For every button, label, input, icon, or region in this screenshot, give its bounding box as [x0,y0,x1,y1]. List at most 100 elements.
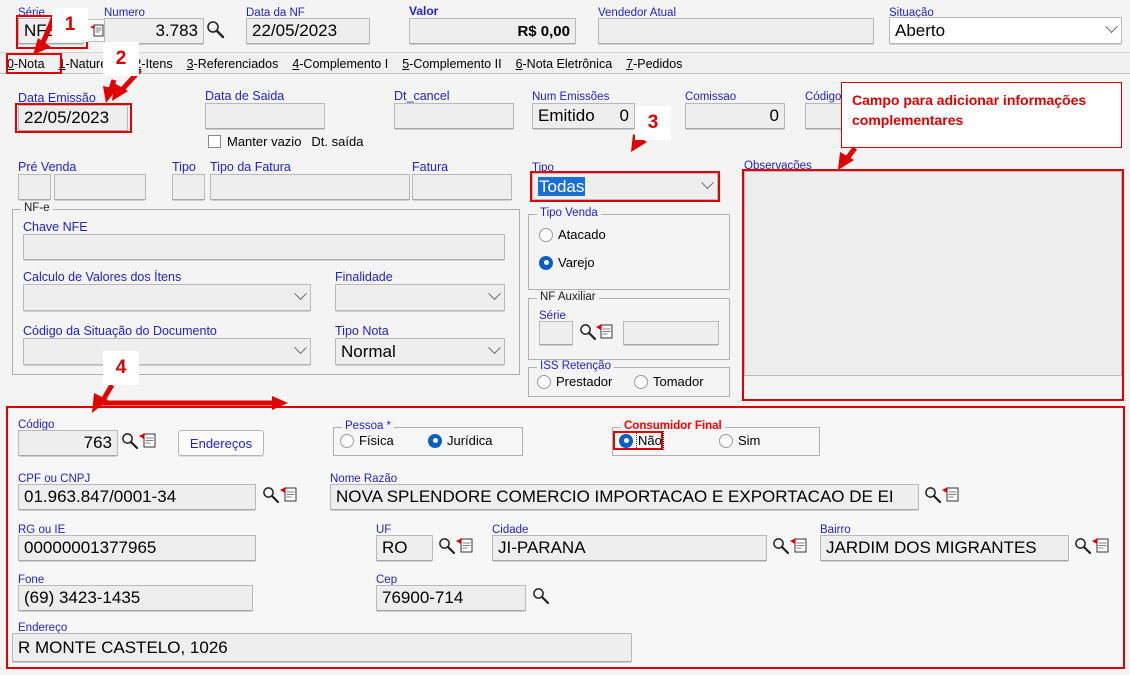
bairro-input[interactable]: JARDIM DOS MIGRANTES [820,535,1069,561]
chevron-down-icon [292,286,308,304]
nome-razao-doc-icon[interactable] [941,484,961,506]
cpf-cnpj-doc-icon[interactable] [279,484,299,506]
radio-dot [539,255,553,270]
radio-prestador[interactable]: Prestador [537,374,612,389]
endereco-input[interactable]: R MONTE CASTELO, 1026 [12,633,632,662]
pre-venda-input-1[interactable] [18,174,51,200]
num-emissoes-label: Num Emissões [532,91,610,103]
cidade-search-icon[interactable] [772,537,790,558]
uf-input[interactable]: RO [376,535,433,561]
cidade-doc-icon[interactable] [789,535,809,557]
data-emissao-label: Data Emissão [18,91,96,105]
observacoes-textarea[interactable] [744,171,1122,376]
cpf-cnpj-input[interactable]: 01.963.847/0001-34 [18,484,256,510]
tab-6-nota-eletronica[interactable]: 6-Nota Eletrônica [509,53,620,73]
finalidade-label: Finalidade [335,270,393,284]
radio-dot [539,227,553,242]
tab-5-complemento-ii[interactable]: 5-Complemento II [395,53,508,73]
pessoa-group: Pessoa * Física Jurídica [333,420,523,456]
bairro-doc-icon[interactable] [1091,535,1111,557]
radio-dot [340,433,354,448]
fatura-label: Fatura [412,160,449,174]
radio-fisica[interactable]: Física [340,433,394,448]
cidade-input[interactable]: JI-PARANA [492,535,767,561]
uf-search-icon[interactable] [438,537,456,558]
comissao-input[interactable]: 0 [685,103,785,129]
tipo-venda-group: Tipo Venda Atacado Varejo [528,207,730,290]
cod-situacao-label: Código da Situação do Documento [23,324,217,338]
annotation-marker-1: 1 [52,8,88,42]
numero-input[interactable]: 3.783 [104,18,204,44]
finalidade-select[interactable] [335,284,505,311]
chevron-down-icon [292,340,308,358]
radio-nao[interactable]: Não [619,431,664,450]
dt-cancel-label: Dt_cancel [394,89,450,103]
tab-7-pedidos[interactable]: 7-Pedidos [619,53,689,73]
radio-dot [428,433,442,448]
situacao-select[interactable]: Aberto [889,17,1122,44]
tipo-fatura-label: Tipo da Fatura [210,160,291,174]
codigo-top-label: Código [805,91,842,103]
cod-situacao-select[interactable] [23,338,311,365]
radio-dot [537,374,551,389]
data-emissao-input[interactable]: 22/05/2023 [18,105,128,131]
cliente-panel: Código 763 Endereços Pessoa * Física Jur… [6,406,1125,669]
annotation-marker-2: 2 [103,42,139,76]
radio-dot [634,374,648,389]
nome-razao-search-icon[interactable] [924,486,942,507]
uf-doc-icon[interactable] [455,535,475,557]
pre-venda-input-2[interactable] [54,174,146,200]
numero-search-icon[interactable] [206,20,225,42]
nf-aux-doc-icon[interactable] [595,321,615,343]
annotation-callout: Campo para adicionar informações complem… [841,82,1122,148]
tab-3-referenciados[interactable]: 3-Referenciados [180,53,286,73]
tipo-fatura-input[interactable] [210,174,410,200]
pre-venda-label: Pré Venda [18,160,77,174]
header-bar: Série NFE Numero 3.783 Data da NF 22/05/… [0,0,1130,52]
chevron-down-icon [699,175,715,193]
calculo-valores-select[interactable] [23,284,311,311]
tipo-small-input[interactable] [172,174,205,200]
tipo-small-label: Tipo [172,160,196,174]
vendedor-input[interactable] [598,18,874,44]
radio-atacado[interactable]: Atacado [539,227,606,242]
rg-ie-input[interactable]: 00000001377965 [18,535,256,561]
num-emissoes-input[interactable]: Emitido 0 [532,103,635,129]
radio-juridica[interactable]: Jurídica [428,433,493,448]
consumidor-final-group: Consumidor Final Não Sim [612,420,820,456]
codigo-doc-icon[interactable] [138,430,158,452]
radio-tomador[interactable]: Tomador [634,374,704,389]
cpf-cnpj-search-icon[interactable] [262,486,280,507]
fatura-input[interactable] [412,174,512,200]
fone-input[interactable]: (69) 3423-1435 [18,585,253,611]
valor-label: Valor [409,4,439,18]
enderecos-button[interactable]: Endereços [178,430,264,456]
radio-varejo[interactable]: Varejo [539,255,595,270]
radio-dot [619,433,633,448]
nota-fiscal-form: Série NFE Numero 3.783 Data da NF 22/05/… [0,0,1130,675]
tab-0-nota[interactable]: 0-Nota [0,53,52,73]
tipo-select[interactable]: Todas [532,173,718,200]
data-saida-label: Data de Saida [205,89,285,103]
cliente-codigo-input[interactable]: 763 [18,430,118,456]
data-nf-input[interactable]: 22/05/2023 [246,18,370,44]
nf-aux-numero-input[interactable] [623,321,719,345]
chave-nfe-input[interactable] [23,234,505,260]
radio-dot [719,433,733,448]
radio-sim[interactable]: Sim [719,433,760,448]
annotation-marker-3: 3 [635,106,671,140]
cep-search-icon[interactable] [532,587,550,608]
codigo-search-icon[interactable] [121,432,139,453]
nf-aux-serie-input[interactable] [539,321,573,345]
nf-auxiliar-group: NF Auxiliar Série [528,291,730,360]
checkbox-box [208,135,221,148]
dt-cancel-input[interactable] [394,103,514,129]
tipo-nota-select[interactable]: Normal [335,338,505,365]
manter-vazio-checkbox[interactable]: Manter vazio Dt. saída [208,134,363,149]
nome-razao-input[interactable]: NOVA SPLENDORE COMERCIO IMPORTACAO E EXP… [330,484,919,510]
tab-4-complemento-i[interactable]: 4-Complemento I [285,53,395,73]
bairro-search-icon[interactable] [1074,537,1092,558]
data-saida-input[interactable] [205,103,325,129]
valor-input: R$ 0,00 [409,18,576,44]
cep-input[interactable]: 76900-714 [376,585,526,611]
